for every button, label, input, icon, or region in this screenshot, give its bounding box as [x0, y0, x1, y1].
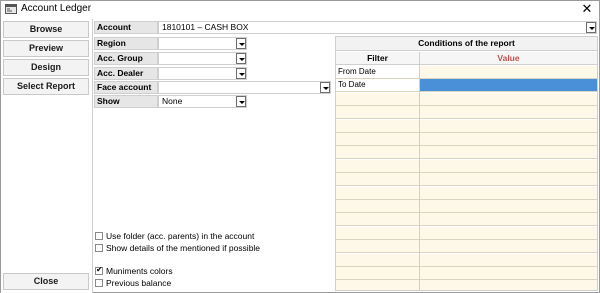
acc-group-label: Acc. Group [94, 52, 158, 65]
condition-filter-cell[interactable] [336, 173, 419, 185]
condition-row[interactable] [336, 173, 597, 187]
condition-row[interactable] [336, 119, 597, 133]
select-report-button[interactable]: Select Report [3, 78, 89, 95]
design-button[interactable]: Design [3, 59, 89, 76]
condition-value-cell[interactable] [420, 93, 597, 105]
preview-button[interactable]: Preview [3, 40, 89, 57]
condition-filter-cell[interactable] [336, 280, 419, 290]
show-dropdown-icon[interactable] [236, 96, 246, 107]
column-divider [419, 52, 420, 290]
muniments-colors-label: Muniments colors [106, 266, 173, 276]
sidebar-divider [92, 19, 93, 293]
account-label: Account [94, 21, 158, 34]
acc-dealer-field[interactable] [158, 67, 247, 80]
condition-value-cell[interactable] [420, 187, 597, 199]
title-bar: Account Ledger ✕ [1, 1, 599, 18]
condition-filter-cell[interactable] [336, 267, 419, 279]
account-field[interactable]: 1810101 – CASH BOX [158, 21, 597, 34]
muniments-colors-option[interactable]: Muniments colors [95, 265, 215, 277]
condition-filter-cell[interactable]: From Date [336, 66, 419, 78]
condition-row[interactable] [336, 253, 597, 267]
condition-value-cell[interactable] [420, 120, 597, 132]
face-account-dropdown-icon[interactable] [320, 82, 330, 93]
value-column-header[interactable]: Value [420, 52, 597, 65]
use-folder-label: Use folder (acc. parents) in the account [106, 231, 255, 241]
face-account-field[interactable] [158, 81, 331, 94]
previous-balance-checkbox[interactable] [95, 279, 103, 287]
close-button[interactable]: Close [3, 273, 89, 290]
condition-filter-cell[interactable] [336, 213, 419, 225]
condition-row[interactable] [336, 280, 597, 290]
condition-filter-cell[interactable] [336, 93, 419, 105]
show-details-label: Show details of the mentioned if possibl… [106, 243, 261, 253]
condition-value-cell[interactable] [420, 66, 597, 78]
browse-button[interactable]: Browse [3, 21, 89, 38]
condition-filter-cell[interactable] [336, 227, 419, 239]
condition-filter-cell[interactable] [336, 254, 419, 266]
condition-row[interactable] [336, 106, 597, 120]
condition-value-cell[interactable] [420, 79, 597, 92]
region-field[interactable] [158, 37, 247, 50]
region-dropdown-icon[interactable] [236, 38, 246, 49]
condition-row[interactable] [336, 267, 597, 280]
condition-filter-cell[interactable] [336, 200, 419, 212]
account-ledger-window: Account Ledger ✕ Browse Preview Design S… [0, 0, 600, 293]
app-window-icon [5, 4, 17, 14]
show-select[interactable]: None [158, 95, 247, 108]
sidebar: Browse Preview Design Select Report Clos… [1, 19, 92, 293]
previous-balance-option[interactable]: Previous balance [95, 278, 215, 289]
account-dropdown-icon[interactable] [586, 22, 596, 33]
condition-row[interactable] [336, 159, 597, 173]
condition-value-cell[interactable] [420, 254, 597, 266]
conditions-grid: Conditions of the report Filter Value Fr… [335, 36, 598, 291]
condition-value-cell[interactable] [420, 200, 597, 212]
show-label: Show [94, 95, 158, 108]
acc-dealer-label: Acc. Dealer [94, 67, 158, 80]
condition-filter-cell[interactable] [336, 106, 419, 118]
condition-row[interactable] [336, 200, 597, 213]
condition-value-cell[interactable] [420, 133, 597, 145]
show-details-checkbox[interactable] [95, 244, 103, 252]
conditions-title: Conditions of the report [336, 37, 597, 51]
condition-filter-cell[interactable] [336, 146, 419, 158]
condition-value-cell[interactable] [420, 146, 597, 158]
previous-balance-label: Previous balance [106, 278, 172, 288]
window-title: Account Ledger [21, 3, 92, 14]
show-details-option[interactable]: Show details of the mentioned if possibl… [95, 243, 260, 254]
condition-value-cell[interactable] [420, 160, 597, 172]
use-folder-option[interactable]: Use folder (acc. parents) in the account [95, 231, 254, 242]
condition-row[interactable] [336, 213, 597, 227]
condition-row[interactable]: From Date [336, 66, 597, 79]
condition-row[interactable] [336, 146, 597, 160]
condition-row[interactable] [336, 133, 597, 146]
condition-value-cell[interactable] [420, 173, 597, 185]
condition-row[interactable] [336, 240, 597, 254]
condition-row[interactable]: To Date [336, 79, 597, 93]
condition-value-cell[interactable] [420, 240, 597, 252]
condition-value-cell[interactable] [420, 213, 597, 225]
condition-filter-cell[interactable] [336, 240, 419, 252]
condition-filter-cell[interactable]: To Date [336, 79, 419, 92]
condition-filter-cell[interactable] [336, 160, 419, 172]
condition-value-cell[interactable] [420, 280, 597, 290]
face-account-label: Face account [94, 81, 158, 94]
condition-value-cell[interactable] [420, 106, 597, 118]
close-window-icon[interactable]: ✕ [579, 1, 595, 17]
muniments-colors-checkbox[interactable] [95, 265, 103, 275]
condition-value-cell[interactable] [420, 267, 597, 279]
condition-row[interactable] [336, 226, 597, 240]
use-folder-checkbox[interactable] [95, 232, 103, 240]
condition-filter-cell[interactable] [336, 187, 419, 199]
condition-row[interactable] [336, 186, 597, 200]
condition-row[interactable] [336, 92, 597, 106]
acc-dealer-dropdown-icon[interactable] [236, 68, 246, 79]
acc-group-field[interactable] [158, 52, 247, 65]
filter-column-header[interactable]: Filter [336, 52, 419, 65]
acc-group-dropdown-icon[interactable] [236, 53, 246, 64]
condition-filter-cell[interactable] [336, 120, 419, 132]
condition-filter-cell[interactable] [336, 133, 419, 145]
condition-value-cell[interactable] [420, 227, 597, 239]
region-label: Region [94, 37, 158, 50]
